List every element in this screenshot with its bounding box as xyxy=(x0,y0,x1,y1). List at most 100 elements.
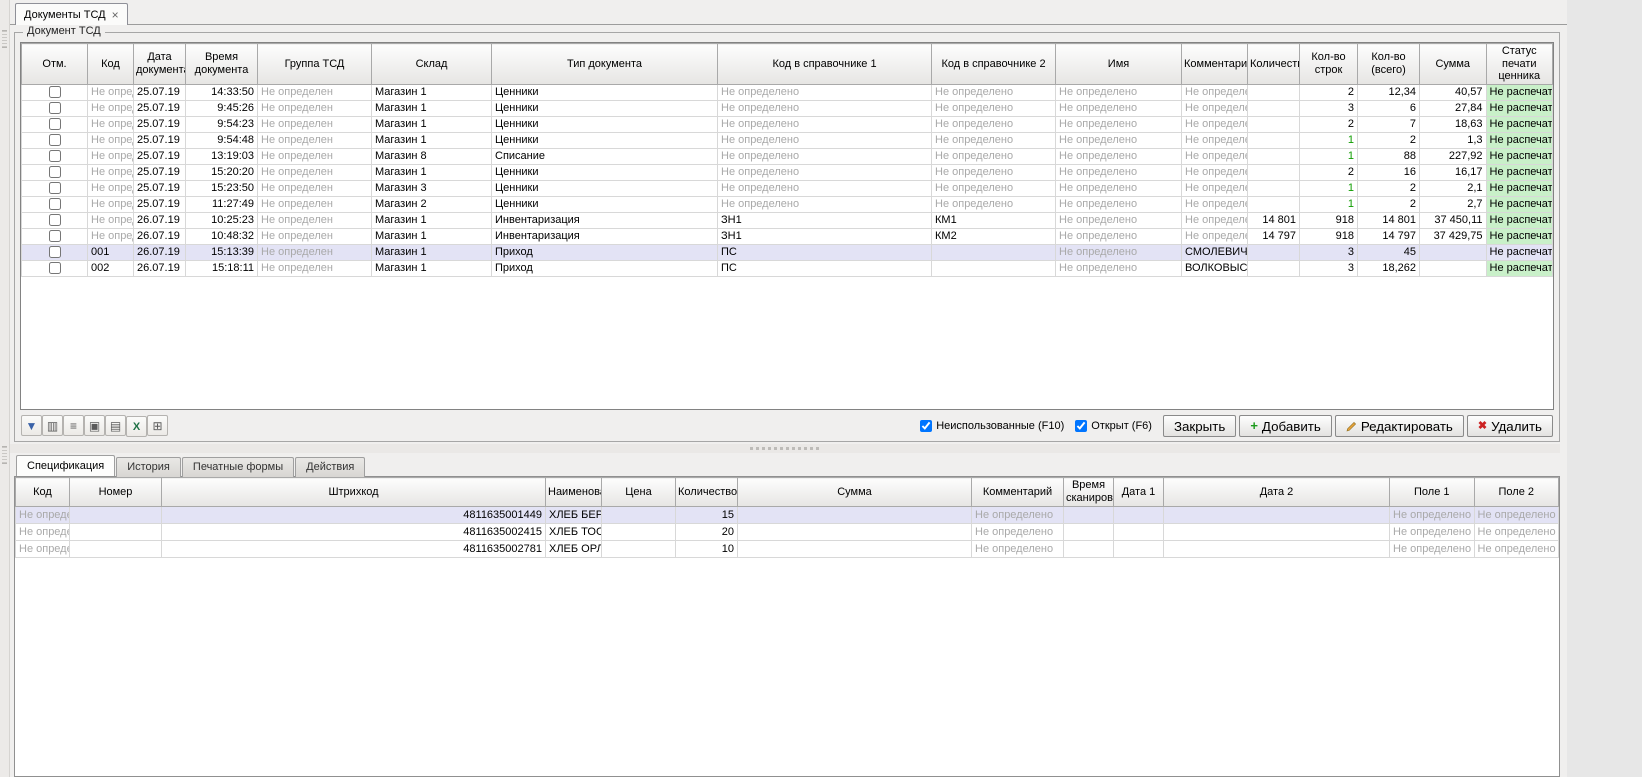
column-header[interactable]: Кол-во строк xyxy=(1300,44,1358,85)
row-checkbox[interactable] xyxy=(49,86,61,98)
document-row[interactable]: 002 26.07.19 15:18:11 Не определен Магаз… xyxy=(22,260,1553,276)
cell-code: Не определен xyxy=(88,228,134,244)
document-row[interactable]: Не определен 25.07.19 14:33:50 Не опреде… xyxy=(22,84,1553,100)
row-checkbox[interactable] xyxy=(49,166,61,178)
checkbox-unused-input[interactable] xyxy=(920,420,932,432)
column-header[interactable]: Номер xyxy=(70,478,162,507)
column-header[interactable]: Тип документа xyxy=(492,44,718,85)
column-header[interactable]: Код в справочнике 2 xyxy=(932,44,1056,85)
tab-documents-tsd[interactable]: Документы ТСД × xyxy=(15,3,128,25)
cell-doc-type: Ценники xyxy=(492,180,718,196)
row-checkbox[interactable] xyxy=(49,150,61,162)
column-header[interactable]: Время документа xyxy=(186,44,258,85)
column-header[interactable]: Время сканирования xyxy=(1064,478,1114,507)
cell-code: Не определен xyxy=(88,116,134,132)
cell-name: Не определено xyxy=(1056,84,1182,100)
document-row[interactable]: Не определен 25.07.19 15:20:20 Не опреде… xyxy=(22,164,1553,180)
document-row[interactable]: Не определен 25.07.19 13:19:03 Не опреде… xyxy=(22,148,1553,164)
document-row[interactable]: Не определен 25.07.19 9:54:23 Не определ… xyxy=(22,116,1553,132)
tab-print-forms[interactable]: Печатные формы xyxy=(182,457,294,477)
row-checkbox[interactable] xyxy=(49,246,61,258)
checkbox-open-input[interactable] xyxy=(1075,420,1087,432)
column-header[interactable]: Поле 1 xyxy=(1390,478,1475,507)
edit-button[interactable]: Редактировать xyxy=(1335,415,1464,437)
delete-icon: ✖ xyxy=(1478,421,1487,431)
document-row[interactable]: Не определен 26.07.19 10:48:32 Не опреде… xyxy=(22,228,1553,244)
column-header[interactable]: Комментарий xyxy=(972,478,1064,507)
cell-row-count: 3 xyxy=(1300,244,1358,260)
delete-button[interactable]: ✖ Удалить xyxy=(1467,415,1553,437)
cell-date: 25.07.19 xyxy=(134,132,186,148)
document-row[interactable]: 001 26.07.19 15:13:39 Не определен Магаз… xyxy=(22,244,1553,260)
column-header[interactable]: Кол-во (всего) xyxy=(1358,44,1420,85)
row-checkbox[interactable] xyxy=(49,214,61,226)
column-header[interactable]: Дата документа xyxy=(134,44,186,85)
row-checkbox[interactable] xyxy=(49,198,61,210)
column-header[interactable]: Код xyxy=(16,478,70,507)
document-row[interactable]: Не определен 25.07.19 9:45:26 Не определ… xyxy=(22,100,1553,116)
column-header[interactable]: Код xyxy=(88,44,134,85)
column-header[interactable]: Дата 2 xyxy=(1164,478,1390,507)
splitter-grip[interactable] xyxy=(750,447,820,450)
grid-settings-icon[interactable]: ⊞ xyxy=(147,415,168,436)
columns-icon[interactable]: ▥ xyxy=(42,415,63,436)
copy-icon[interactable]: ▣ xyxy=(84,415,105,436)
cell-name: Не определено xyxy=(1056,212,1182,228)
column-header[interactable]: Статус печати ценника xyxy=(1486,44,1553,85)
cell-total-count: 18,262 xyxy=(1358,260,1420,276)
dock-grip-bottom[interactable] xyxy=(2,446,7,464)
column-header[interactable]: Сумма xyxy=(738,478,972,507)
numbered-list-icon[interactable]: ≡ xyxy=(63,415,84,436)
horizontal-splitter[interactable] xyxy=(10,444,1560,453)
row-checkbox[interactable] xyxy=(49,102,61,114)
dock-grip-top[interactable] xyxy=(2,30,7,48)
document-row[interactable]: Не определен 25.07.19 15:23:50 Не опреде… xyxy=(22,180,1553,196)
plus-icon: + xyxy=(1250,421,1258,431)
column-header[interactable]: Группа ТСД xyxy=(258,44,372,85)
row-checkbox[interactable] xyxy=(49,134,61,146)
specification-row[interactable]: Не определен 4811635002415 ХЛЕБ ТОСТОВЫЙ… xyxy=(16,524,1559,541)
cell-comment: Не определено xyxy=(1182,148,1248,164)
cell-ref-code-2: Не определено xyxy=(932,164,1056,180)
cell-total-count: 7 xyxy=(1358,116,1420,132)
column-header[interactable]: Поле 2 xyxy=(1474,478,1559,507)
add-button[interactable]: + Добавить xyxy=(1239,415,1332,437)
tab-history[interactable]: История xyxy=(116,457,181,477)
tab-specification[interactable]: Спецификация xyxy=(16,455,115,476)
column-header[interactable]: Код в справочнике 1 xyxy=(718,44,932,85)
row-checkbox[interactable] xyxy=(49,182,61,194)
column-header[interactable]: Сумма xyxy=(1420,44,1487,85)
column-header[interactable]: Штрихкод xyxy=(162,478,546,507)
specification-row[interactable]: Не определен 4811635002781 ХЛЕБ ОРЛОВСКИ… xyxy=(16,541,1559,558)
column-header[interactable]: Отм. xyxy=(22,44,88,85)
column-header[interactable]: Дата 1 xyxy=(1114,478,1164,507)
row-checkbox[interactable] xyxy=(49,262,61,274)
specification-row[interactable]: Не определен 4811635001449 ХЛЕБ БЕРЕЗОВС… xyxy=(16,507,1559,524)
detail-tab-bar: СпецификацияИсторияПечатные формыДействи… xyxy=(14,455,1560,476)
checkbox-unused[interactable]: Неиспользованные (F10) xyxy=(920,420,1064,432)
row-checkbox[interactable] xyxy=(49,230,61,242)
document-row[interactable]: Не определен 25.07.19 11:27:49 Не опреде… xyxy=(22,196,1553,212)
cell-date-2 xyxy=(1164,541,1390,558)
cell-warehouse: Магазин 2 xyxy=(372,196,492,212)
column-header[interactable]: Наименование xyxy=(546,478,602,507)
cell-tsd-group: Не определен xyxy=(258,228,372,244)
row-checkbox[interactable] xyxy=(49,118,61,130)
column-header[interactable]: Склад xyxy=(372,44,492,85)
tab-actions[interactable]: Действия xyxy=(295,457,365,477)
column-header[interactable]: Цена xyxy=(602,478,676,507)
column-header[interactable]: Комментарий xyxy=(1182,44,1248,85)
checkbox-open[interactable]: Открыт (F6) xyxy=(1075,420,1152,432)
column-header[interactable]: Количество xyxy=(676,478,738,507)
column-header[interactable]: Имя xyxy=(1056,44,1182,85)
close-button[interactable]: Закрыть xyxy=(1163,415,1236,437)
tab-close-icon[interactable]: × xyxy=(112,10,119,20)
print-icon[interactable]: ▤ xyxy=(105,415,126,436)
filter-icon[interactable]: ▼ xyxy=(21,415,42,436)
cell-price xyxy=(602,524,676,541)
document-row[interactable]: Не определен 26.07.19 10:25:23 Не опреде… xyxy=(22,212,1553,228)
column-header[interactable]: Количество xyxy=(1248,44,1300,85)
cell-print-status: Не распечатан xyxy=(1486,244,1553,260)
document-row[interactable]: Не определен 25.07.19 9:54:48 Не определ… xyxy=(22,132,1553,148)
excel-icon[interactable]: X xyxy=(126,416,147,437)
